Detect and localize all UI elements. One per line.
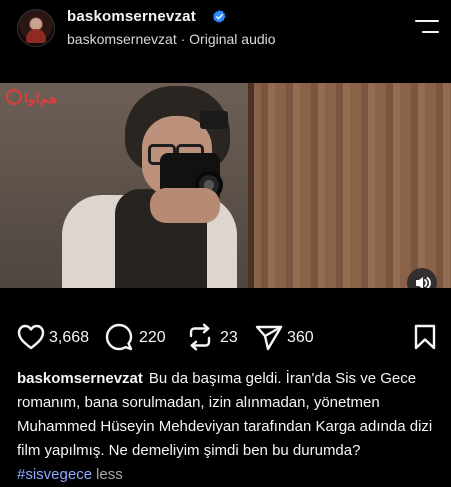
share-count: 360: [287, 329, 314, 346]
menu-line-bottom: [422, 31, 439, 33]
menu-icon[interactable]: [415, 20, 439, 36]
audio-subtitle[interactable]: baskomsernevzat · Original audio: [67, 31, 276, 47]
channel-watermark: هم‌آوا: [6, 89, 57, 106]
video-background-right: [250, 83, 451, 288]
speaker-icon: [416, 277, 431, 288]
mute-button[interactable]: [407, 268, 437, 288]
comment-icon[interactable]: [104, 322, 134, 352]
post-header: baskomsernevzat baskomsernevzat · Origin…: [0, 0, 451, 58]
repost-action[interactable]: 23: [185, 322, 243, 358]
share-action[interactable]: 360: [254, 322, 318, 358]
share-icon[interactable]: [254, 322, 284, 352]
username[interactable]: baskomsernevzat: [67, 8, 196, 25]
comment-action[interactable]: 220: [104, 322, 174, 358]
like-count: 3,668: [49, 329, 90, 346]
avatar-body: [26, 29, 46, 43]
watermark-circle-icon: [6, 89, 22, 105]
like-action[interactable]: 3,668: [16, 322, 98, 358]
caption-hashtag[interactable]: #sisvegece: [17, 466, 92, 483]
heart-icon[interactable]: [16, 322, 46, 352]
repost-count: 23: [220, 329, 238, 346]
caption-username[interactable]: baskomsernevzat: [17, 370, 143, 387]
avatar[interactable]: [17, 9, 55, 47]
menu-line-top: [415, 20, 439, 22]
bookmark-icon[interactable]: [412, 324, 438, 350]
verified-badge-icon: [213, 9, 226, 23]
less-button[interactable]: less: [96, 466, 123, 483]
video-frame[interactable]: هم‌آوا: [0, 83, 451, 288]
man-hands: [150, 188, 220, 223]
watermark-text: هم‌آوا: [24, 92, 58, 106]
comment-count: 220: [139, 329, 166, 346]
camera-flash: [200, 111, 228, 129]
post-actions: 3,668 220 23 360: [0, 322, 451, 362]
post-caption: baskomsernevzat Bu da başıma geldi. İran'…: [17, 367, 437, 487]
repost-icon[interactable]: [185, 322, 215, 352]
video-wall-divider: [248, 83, 254, 288]
